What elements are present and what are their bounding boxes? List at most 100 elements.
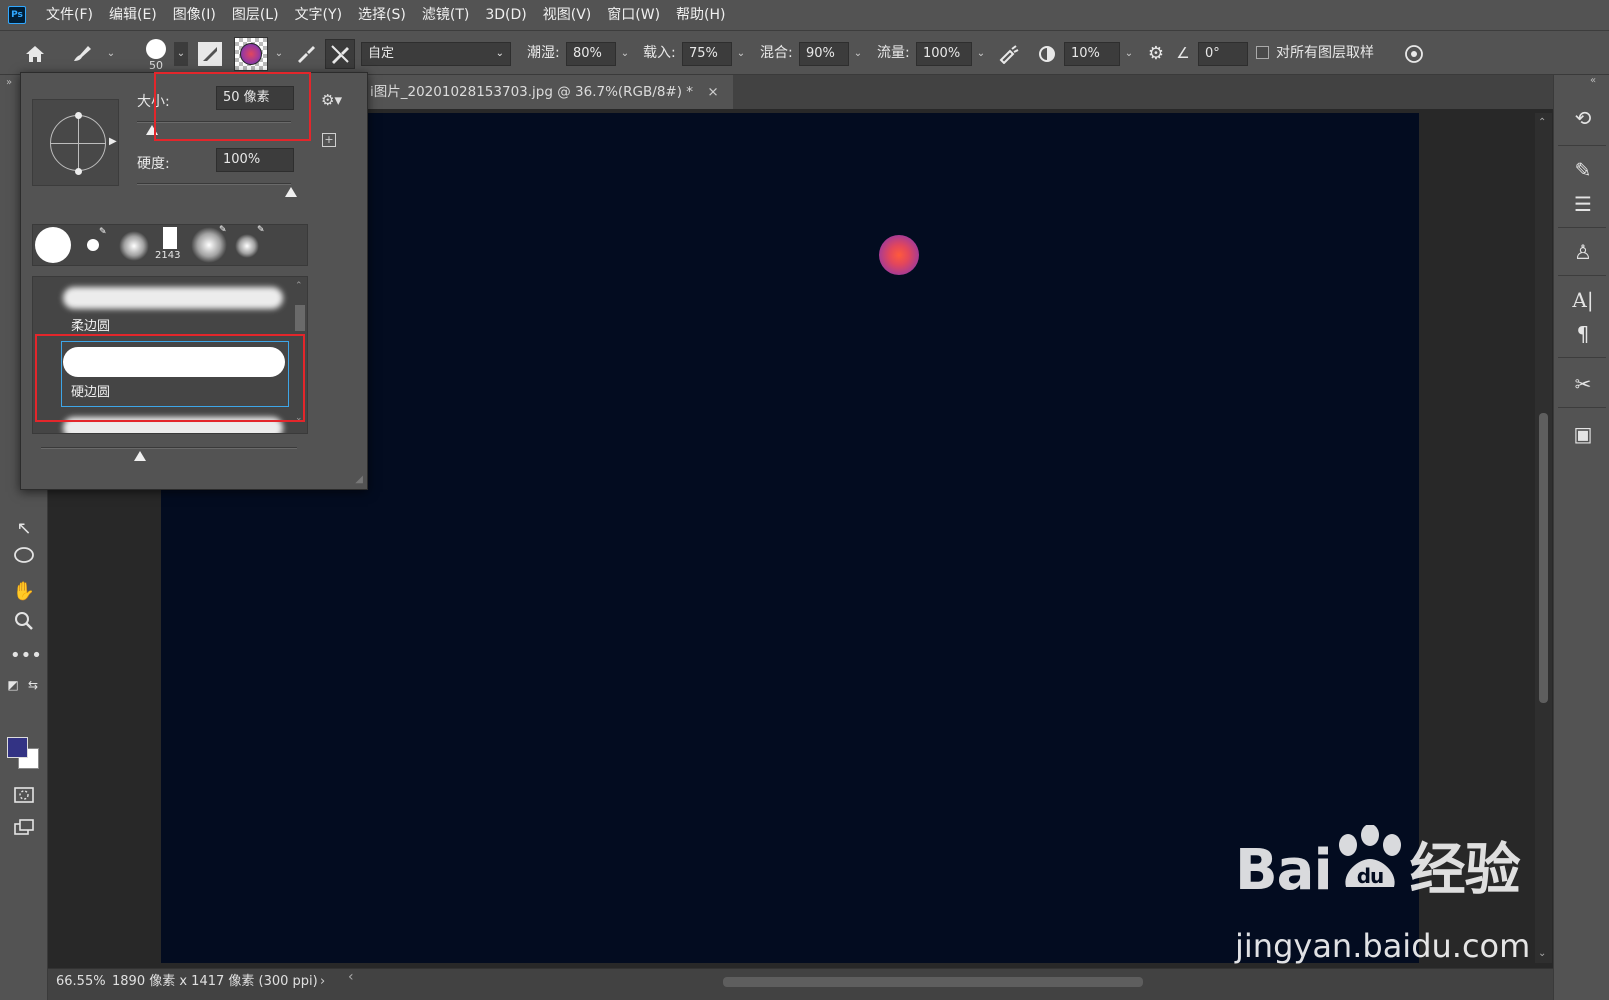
preset-soft-round[interactable]: 柔边圆 xyxy=(33,277,307,341)
scroll-down-icon[interactable]: ⌄ xyxy=(1538,948,1546,959)
brush-settings-toggle-icon[interactable] xyxy=(198,42,222,66)
angle-icon: ∠ xyxy=(1176,44,1190,62)
home-icon[interactable] xyxy=(22,31,48,76)
preset-list-scroll-thumb[interactable] xyxy=(295,305,305,331)
hardness-slider-thumb[interactable] xyxy=(285,187,297,197)
wet-caret-icon[interactable]: ⌄ xyxy=(618,42,632,66)
smoothing-input[interactable]: 10% xyxy=(1064,42,1120,66)
menu-filter[interactable]: 滤镜(T) xyxy=(414,0,477,30)
recent-brush-hard-small[interactable] xyxy=(87,239,99,251)
mix-combo-select[interactable]: 自定 ⌄ xyxy=(361,42,511,66)
flow-caret-icon[interactable]: ⌄ xyxy=(974,42,988,66)
right-panel-dock: « ⟲ ✎ ☰ ♙ A| ¶ ✂ ▣ xyxy=(1553,75,1609,1000)
libraries-panel-icon[interactable]: ▣ xyxy=(1568,419,1598,449)
mix-input[interactable]: 90% xyxy=(799,42,849,66)
gear-icon[interactable]: ⚙▾ xyxy=(321,91,342,109)
hardness-input[interactable]: 100% xyxy=(216,148,294,172)
new-preset-icon[interactable]: + xyxy=(322,133,336,147)
menu-3d[interactable]: 3D(D) xyxy=(477,0,534,30)
adjustments-panel-icon[interactable]: ☰ xyxy=(1568,189,1598,219)
scroll-left-icon[interactable]: ‹ xyxy=(348,969,354,985)
brush-settings-panel-icon[interactable]: ✎ xyxy=(1568,155,1598,185)
load-swatch-caret-icon[interactable]: ⌄ xyxy=(272,42,286,66)
resize-grip-icon[interactable]: ◢ xyxy=(355,474,363,485)
horizontal-scrollbar[interactable]: ‹ xyxy=(348,969,1498,989)
document-tab[interactable]: i图片_20201028153703.jpg @ 36.7%(RGB/8#) *… xyxy=(358,75,733,109)
menu-file[interactable]: 文件(F) xyxy=(38,0,101,30)
recent-brush-hard-large[interactable] xyxy=(35,227,71,263)
vertical-scroll-thumb[interactable] xyxy=(1539,413,1548,703)
preview-size-slider-thumb[interactable] xyxy=(134,451,146,461)
ellipse-tool-icon[interactable] xyxy=(10,545,38,573)
hardness-slider[interactable] xyxy=(137,183,291,185)
wet-input[interactable]: 80% xyxy=(566,42,616,66)
character-panel-icon[interactable]: A| xyxy=(1568,285,1598,315)
mix-caret-icon[interactable]: ⌄ xyxy=(851,42,865,66)
menu-layer[interactable]: 图层(L) xyxy=(224,0,287,30)
menu-image[interactable]: 图像(I) xyxy=(165,0,224,30)
swap-colors-icon[interactable]: ⇆ xyxy=(24,671,42,699)
collapse-arrows-icon[interactable]: » xyxy=(6,77,12,88)
collapse-panels-icon[interactable]: « xyxy=(1590,75,1596,86)
more-tools-icon[interactable]: ••• xyxy=(10,642,42,670)
scroll-up-icon[interactable]: ⌃ xyxy=(1538,117,1546,128)
svg-text:du: du xyxy=(1356,864,1383,888)
airbrush-icon[interactable] xyxy=(996,31,1022,76)
current-brush-load-swatch[interactable] xyxy=(234,37,268,71)
tool-preset-caret-icon[interactable]: ⌄ xyxy=(104,42,118,66)
sample-all-layers-checkbox[interactable] xyxy=(1256,46,1269,59)
panel-separator xyxy=(1558,407,1606,408)
menu-type[interactable]: 文字(Y) xyxy=(287,0,350,30)
load-input[interactable]: 75% xyxy=(682,42,732,66)
close-icon[interactable]: × xyxy=(707,84,718,100)
pen-pressure-icon: ✎ xyxy=(99,227,107,237)
paragraph-panel-icon[interactable]: ¶ xyxy=(1568,319,1598,349)
smoothing-caret-icon[interactable]: ⌄ xyxy=(1122,42,1136,66)
direct-selection-tool-icon[interactable]: ↖ xyxy=(10,515,38,543)
pressure-size-icon[interactable] xyxy=(1400,31,1428,76)
load-caret-icon[interactable]: ⌄ xyxy=(734,42,748,66)
quick-mask-icon[interactable] xyxy=(10,785,38,813)
brush-tip-preview[interactable]: ▶ xyxy=(32,99,119,186)
menu-help[interactable]: 帮助(H) xyxy=(668,0,733,30)
zoom-tool-icon[interactable] xyxy=(10,610,38,638)
status-menu-arrow-icon[interactable]: › xyxy=(320,969,325,995)
menu-select[interactable]: 选择(S) xyxy=(350,0,414,30)
flow-input[interactable]: 100% xyxy=(916,42,972,66)
menu-edit[interactable]: 编辑(E) xyxy=(101,0,165,30)
menu-view[interactable]: 视图(V) xyxy=(535,0,600,30)
brush-size-preview[interactable]: 50 xyxy=(138,37,176,73)
menu-window[interactable]: 窗口(W) xyxy=(599,0,668,30)
default-colors-icon[interactable]: ◩ xyxy=(4,671,22,699)
horizontal-scroll-thumb[interactable] xyxy=(723,977,1143,987)
smoothing-icon[interactable] xyxy=(1034,31,1060,76)
clone-source-icon[interactable]: ♙ xyxy=(1568,237,1598,267)
clean-brush-after-stroke-icon[interactable] xyxy=(325,39,355,69)
watermark-url: jingyan.baidu.com xyxy=(1235,927,1531,965)
angle-input[interactable]: 0° xyxy=(1198,42,1248,66)
hand-tool-icon[interactable]: ✋ xyxy=(10,578,38,606)
brush-preset-caret-icon[interactable]: ⌄ xyxy=(174,42,188,66)
preview-size-slider[interactable] xyxy=(41,447,297,449)
hardness-label: 硬度: xyxy=(137,156,170,172)
scroll-up-icon[interactable]: ⌃ xyxy=(295,281,303,291)
gear-icon[interactable]: ⚙ xyxy=(1144,31,1168,76)
recent-brush-size-label: 2143 xyxy=(155,250,181,261)
watermark-logo: Bai du 经验 xyxy=(1235,824,1521,906)
tip-angle-arrow-icon[interactable]: ▶ xyxy=(109,136,117,147)
tip-roundness-handle-top[interactable] xyxy=(75,112,82,119)
photoshop-logo[interactable]: Ps xyxy=(8,6,26,24)
recent-brush-soft[interactable] xyxy=(119,231,149,261)
recent-brush-square[interactable] xyxy=(163,227,177,249)
foreground-color-swatch[interactable] xyxy=(7,737,28,758)
mixer-brush-tool-icon[interactable] xyxy=(68,31,96,76)
vertical-scrollbar[interactable]: ⌃ ⌄ xyxy=(1535,113,1552,963)
screen-mode-icon[interactable] xyxy=(10,817,38,845)
load-brush-after-stroke-icon[interactable] xyxy=(292,31,320,76)
tip-roundness-handle-bottom[interactable] xyxy=(75,168,82,175)
zoom-level[interactable]: 66.55% xyxy=(56,969,106,995)
options-bar: ⌄ 50 ⌄ ⌄ 自定 ⌄ 潮湿: 80% ⌄ 载入: 75% ⌄ 混合: 90… xyxy=(0,30,1609,75)
recent-brush-soft-small[interactable] xyxy=(235,234,259,258)
history-icon[interactable]: ⟲ xyxy=(1568,103,1598,133)
tools-preset-icon[interactable]: ✂ xyxy=(1568,369,1598,399)
